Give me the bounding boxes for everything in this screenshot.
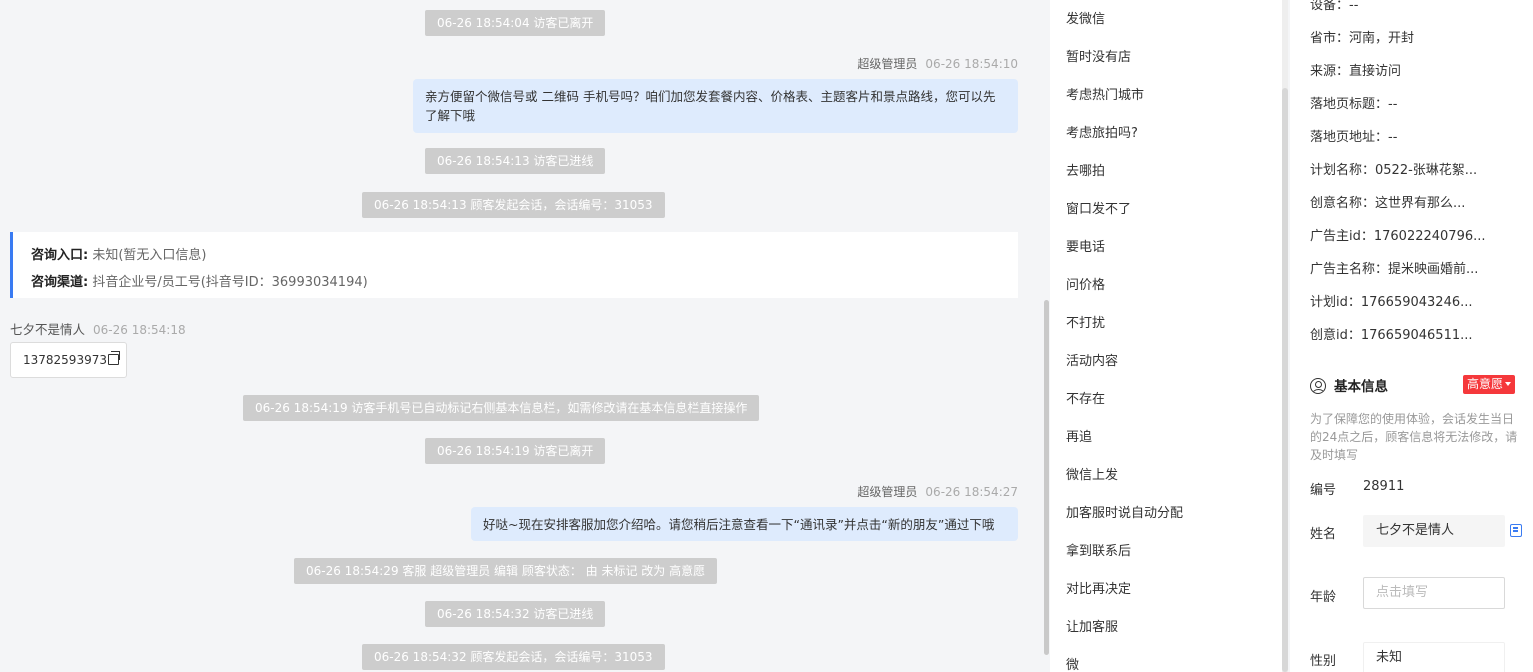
- caret-down-icon: [1505, 382, 1512, 386]
- chat-panel: 06-26 18:54:04 访客已离开 超级管理员 06-26 18:54:10…: [0, 0, 1040, 672]
- basic-info-title: 基本信息: [1310, 375, 1388, 395]
- message-meta: 超级管理员 06-26 18:54:27: [857, 483, 1018, 500]
- quick-reply-item[interactable]: 考虑热门城市: [1066, 84, 1144, 103]
- quick-reply-item[interactable]: 窗口发不了: [1066, 198, 1131, 217]
- quick-reply-item[interactable]: 再追: [1066, 426, 1092, 445]
- quick-reply-scrollbar[interactable]: [1282, 88, 1288, 672]
- consult-info-card: 咨询入口: 未知(暂无入口信息) 咨询渠道: 抖音企业号/员工号(抖音号ID：3…: [10, 232, 1018, 298]
- sender-name: 超级管理员: [857, 485, 918, 499]
- message-time: 06-26 18:54:10: [925, 57, 1018, 71]
- quick-reply-item[interactable]: 不存在: [1066, 388, 1105, 407]
- info-row: 来源：直接访问: [1310, 64, 1402, 79]
- system-message: 06-26 18:54:19 访客已离开: [425, 438, 606, 464]
- quick-reply-item[interactable]: 活动内容: [1066, 350, 1118, 369]
- info-row: 创意id：176659046511...: [1310, 328, 1473, 343]
- quick-reply-item[interactable]: 考虑旅拍吗?: [1066, 122, 1138, 141]
- consult-entry-label: 咨询入口:: [31, 248, 89, 263]
- intent-status-text: 高意愿: [1467, 377, 1504, 391]
- visitor-meta: 七夕不是情人 06-26 18:54:18: [10, 319, 186, 338]
- basic-info-title-text: 基本信息: [1334, 379, 1388, 395]
- system-message: 06-26 18:54:32 顾客发起会话，会话编号：31053: [362, 644, 665, 670]
- consult-channel-row: 咨询渠道: 抖音企业号/员工号(抖音号ID：36993034194): [31, 269, 1000, 296]
- visitor-time: 06-26 18:54:18: [93, 323, 186, 337]
- info-row: 落地页标题：--: [1310, 97, 1398, 112]
- name-label: 姓名: [1310, 527, 1337, 542]
- message-meta: 超级管理员 06-26 18:54:10: [857, 55, 1018, 72]
- quick-reply-item[interactable]: 拿到联系后: [1066, 540, 1131, 559]
- quick-reply-item[interactable]: 发微信: [1066, 8, 1105, 27]
- name-field[interactable]: 七夕不是情人: [1363, 515, 1505, 547]
- visitor-name: 七夕不是情人: [10, 322, 86, 337]
- chat-scrollbar[interactable]: [1044, 300, 1049, 655]
- user-circle-icon: [1310, 378, 1326, 394]
- info-row-device: 设备：--: [1310, 0, 1359, 13]
- quick-reply-item[interactable]: 去哪拍: [1066, 160, 1105, 179]
- system-message: 06-26 18:54:32 访客已进线: [425, 601, 606, 627]
- quick-reply-panel: 发微信 暂时没有店 考虑热门城市 考虑旅拍吗? 去哪拍 窗口发不了 要电话 问价…: [1050, 0, 1282, 672]
- customer-info-panel: 设备：-- 省市：河南，开封 来源：直接访问 落地页标题：-- 落地页地址：--…: [1290, 0, 1533, 672]
- system-message: 06-26 18:54:04 访客已离开: [425, 10, 606, 36]
- number-label: 编号: [1310, 483, 1337, 498]
- visitor-phone: 13782593973: [23, 353, 107, 367]
- consult-channel-value: 抖音企业号/员工号(抖音号ID：36993034194): [92, 275, 368, 290]
- copy-icon[interactable]: [107, 351, 120, 365]
- quick-reply-item[interactable]: 微信上发: [1066, 464, 1118, 483]
- info-row: 广告主名称：提米映画婚前...: [1310, 262, 1479, 277]
- consult-entry-row: 咨询入口: 未知(暂无入口信息): [31, 242, 1000, 269]
- intent-status-badge[interactable]: 高意愿: [1463, 375, 1516, 394]
- quick-reply-item[interactable]: 问价格: [1066, 274, 1105, 293]
- agent-message-bubble: 亲方便留个微信号或 二维码 手机号吗？咱们加您发套餐内容、价格表、主题客片和景点…: [413, 79, 1018, 133]
- info-row: 创意名称：这世界有那么...: [1310, 196, 1466, 211]
- info-row: 落地页地址：--: [1310, 130, 1398, 145]
- quick-reply-item[interactable]: 加客服时说自动分配: [1066, 502, 1183, 521]
- info-row: 计划id：176659043246...: [1310, 295, 1473, 310]
- quick-reply-item[interactable]: 要电话: [1066, 236, 1105, 255]
- system-message: 06-26 18:54:13 访客已进线: [425, 148, 606, 174]
- age-field[interactable]: 点击填写: [1363, 577, 1505, 609]
- info-row: 计划名称：0522-张琳花絮...: [1310, 163, 1478, 178]
- consult-entry-value: 未知(暂无入口信息): [92, 248, 207, 263]
- edit-icon[interactable]: [1510, 524, 1522, 537]
- age-label: 年龄: [1310, 590, 1337, 605]
- info-row: 省市：河南，开封: [1310, 31, 1415, 46]
- system-message: 06-26 18:54:29 客服 超级管理员 编辑 顾客状态： 由 未标记 改…: [294, 558, 718, 584]
- gender-label: 性别: [1310, 654, 1337, 669]
- quick-reply-item[interactable]: 微: [1066, 654, 1079, 672]
- message-time: 06-26 18:54:27: [925, 485, 1018, 499]
- info-row: 广告主id：176022240796...: [1310, 229, 1486, 244]
- edit-notice: 为了保障您的使用体验，会话发生当日的24点之后，顾客信息将无法修改，请及时填写: [1310, 412, 1518, 462]
- agent-message-bubble: 好哒~现在安排客服加您介绍哈。请您稍后注意查看一下“通讯录”并点击“新的朋友”通…: [471, 507, 1018, 541]
- quick-reply-item[interactable]: 对比再决定: [1066, 578, 1131, 597]
- quick-reply-item[interactable]: 让加客服: [1066, 616, 1118, 635]
- sender-name: 超级管理员: [857, 57, 918, 71]
- gender-select[interactable]: 未知: [1363, 642, 1505, 672]
- consult-channel-label: 咨询渠道:: [31, 275, 89, 290]
- visitor-phone-message[interactable]: 13782593973: [10, 342, 127, 378]
- quick-reply-item[interactable]: 暂时没有店: [1066, 46, 1131, 65]
- quick-reply-item[interactable]: 不打扰: [1066, 312, 1105, 331]
- system-message: 06-26 18:54:19 访客手机号已自动标记右侧基本信息栏，如需修改请在基…: [243, 395, 760, 421]
- number-value: 28911: [1363, 479, 1405, 494]
- system-message: 06-26 18:54:13 顾客发起会话，会话编号：31053: [362, 192, 665, 218]
